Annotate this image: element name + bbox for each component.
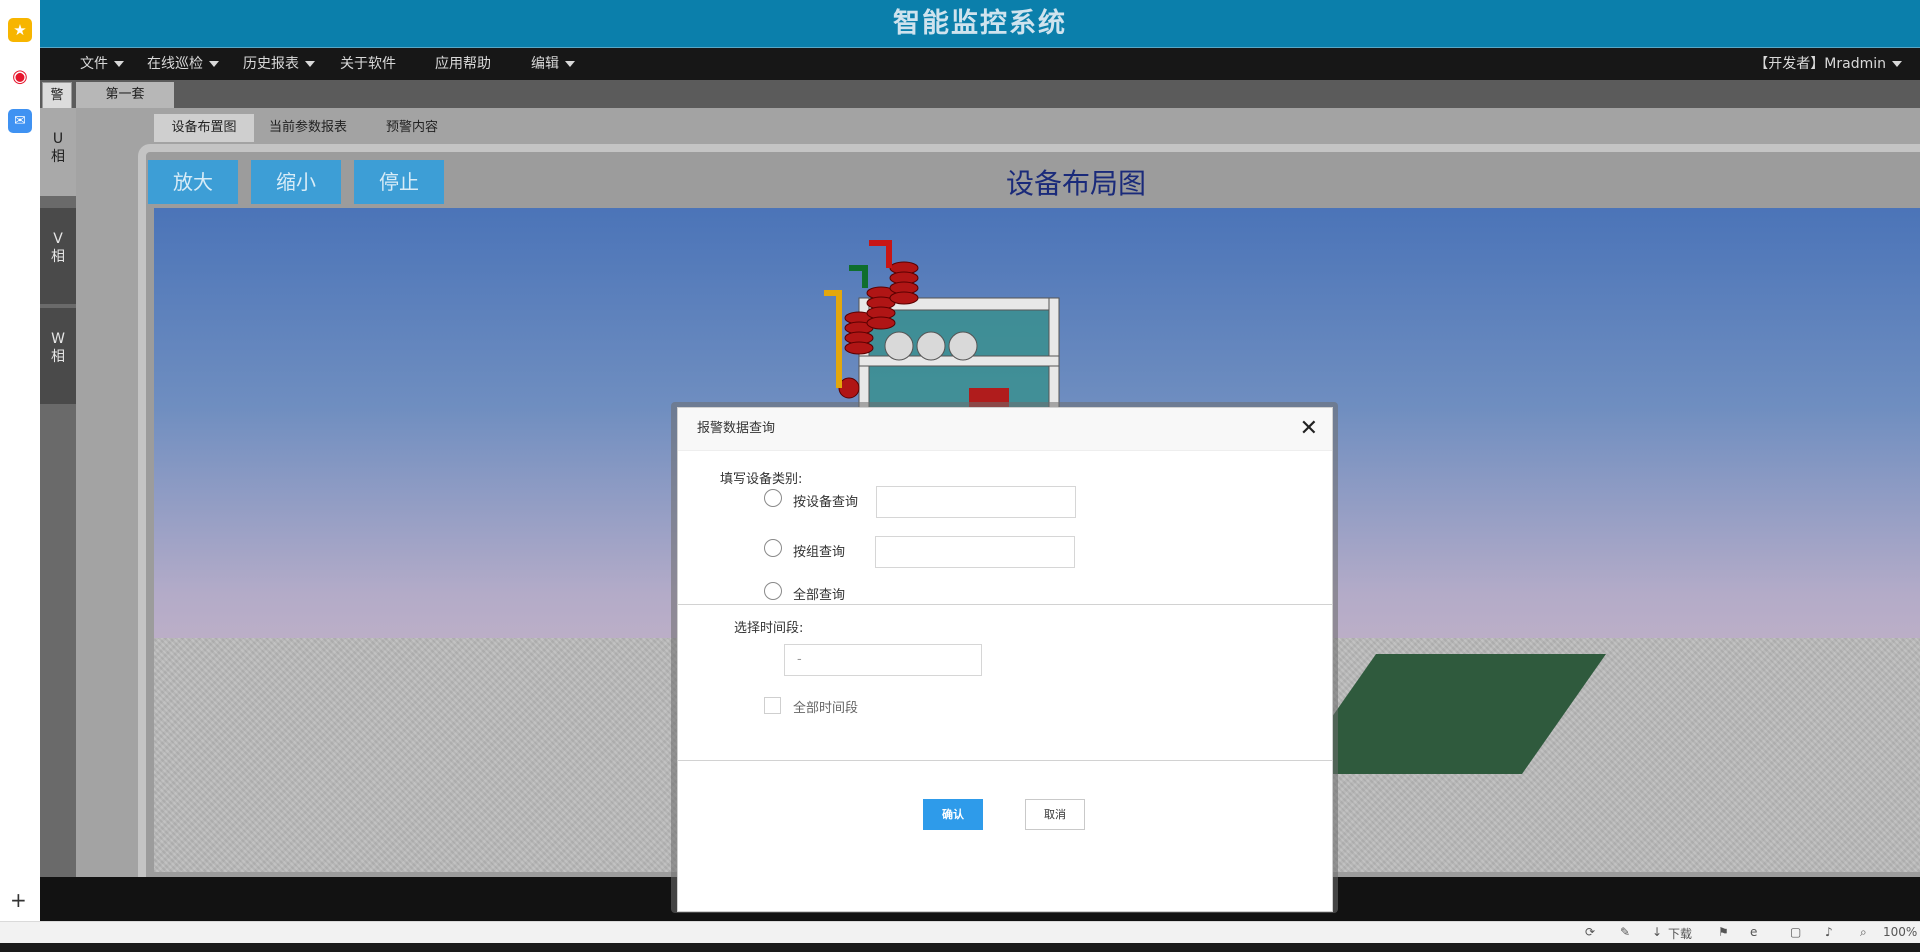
menu-help[interactable]: 应用帮助 — [435, 48, 491, 80]
download-icon[interactable]: ↓ — [1652, 925, 1662, 939]
modal-header: 报警数据查询 ✕ — [678, 408, 1332, 451]
browser-sidebar: ★ ◉ ✉ + — [0, 0, 41, 921]
pin-icon[interactable]: ✎ — [1620, 925, 1630, 939]
all-time-checkbox[interactable] — [764, 697, 781, 714]
chevron-down-icon — [305, 61, 315, 67]
time-range-label: 选择时间段: — [734, 621, 804, 636]
modal-title: 报警数据查询 — [697, 421, 776, 436]
menu-history-report-label: 历史报表 — [243, 56, 299, 72]
flag-icon[interactable]: ⚑ — [1718, 925, 1729, 939]
zoom-out-button[interactable]: 缩小 — [251, 160, 341, 204]
panel-title: 设备布局图 — [1006, 167, 1147, 200]
ie-icon[interactable]: e — [1750, 925, 1757, 939]
tab-set-1[interactable]: 第一套 — [76, 82, 174, 108]
radio-by-device[interactable] — [764, 489, 782, 507]
volume-icon[interactable]: ♪ — [1825, 925, 1833, 939]
radio-by-device-label: 按设备查询 — [793, 495, 859, 510]
user-name: 【开发者】Mradmin — [1754, 56, 1886, 72]
menu-help-label: 应用帮助 — [435, 56, 491, 72]
phase-v-tab[interactable]: V 相 — [40, 208, 76, 304]
stop-button[interactable]: 停止 — [354, 160, 444, 204]
performance-icon[interactable]: ⟳ — [1585, 925, 1595, 939]
close-icon[interactable]: ✕ — [1300, 408, 1318, 450]
download-label[interactable]: 下载 — [1668, 925, 1692, 942]
zoom-icon[interactable]: ⌕ — [1860, 925, 1867, 940]
alarm-query-dialog: 报警数据查询 ✕ 填写设备类别: 按设备查询 按组查询 全部查询 选择时间段: … — [677, 407, 1333, 912]
divider — [678, 760, 1332, 761]
radio-all[interactable] — [764, 582, 782, 600]
tab-device-layout[interactable]: 设备布置图 — [154, 114, 254, 142]
chevron-down-icon — [209, 61, 219, 67]
device-type-label: 填写设备类别: — [720, 472, 803, 487]
group-input[interactable] — [875, 536, 1075, 568]
menu-history-report[interactable]: 历史报表 — [243, 48, 315, 80]
all-time-label: 全部时间段 — [793, 701, 859, 716]
zoom-in-button[interactable]: 放大 — [148, 160, 238, 204]
radio-by-group-label: 按组查询 — [793, 545, 846, 560]
device-input[interactable] — [876, 486, 1076, 518]
time-range-input[interactable]: - — [784, 644, 982, 676]
menu-bar: 文件 在线巡检 历史报表 关于软件 应用帮助 编辑 【开发者】Mradmin — [40, 48, 1920, 80]
cancel-button[interactable]: 取消 — [1025, 799, 1085, 830]
favorites-icon[interactable]: ★ — [8, 18, 32, 42]
phase-w-label: W 相 — [51, 331, 65, 365]
menu-online-inspection-label: 在线巡检 — [147, 56, 203, 72]
chevron-down-icon — [1892, 61, 1902, 67]
app-title: 智能监控系统 — [40, 0, 1920, 48]
menu-edit-label: 编辑 — [531, 56, 559, 72]
menu-about[interactable]: 关于软件 — [340, 48, 396, 80]
weibo-icon[interactable]: ◉ — [8, 64, 32, 88]
phase-sidebar: U 相 V 相 W 相 — [40, 108, 76, 877]
menu-file-label: 文件 — [80, 56, 108, 72]
phase-v-label: V 相 — [51, 231, 65, 265]
browser-status-bar: ⟳ ✎ ↓ 下载 ⚑ e ▢ ♪ ⌕ 100% — [0, 921, 1920, 944]
phase-w-tab[interactable]: W 相 — [40, 308, 76, 404]
add-icon[interactable]: + — [10, 888, 27, 912]
menu-edit[interactable]: 编辑 — [531, 48, 575, 80]
radio-by-group[interactable] — [764, 539, 782, 557]
window-icon[interactable]: ▢ — [1790, 925, 1801, 939]
chevron-down-icon — [565, 61, 575, 67]
user-menu[interactable]: 【开发者】Mradmin — [1754, 48, 1902, 80]
menu-file[interactable]: 文件 — [80, 48, 124, 80]
confirm-button[interactable]: 确认 — [923, 799, 983, 830]
phase-u-label: U 相 — [51, 131, 65, 165]
menu-online-inspection[interactable]: 在线巡检 — [147, 48, 219, 80]
chevron-down-icon — [114, 61, 124, 67]
phase-u-tab[interactable]: U 相 — [40, 108, 76, 196]
os-taskbar — [0, 943, 1920, 952]
radio-all-label: 全部查询 — [793, 588, 846, 603]
top-tab-strip: 警 第一套 — [40, 80, 1920, 109]
zoom-level[interactable]: 100% — [1883, 925, 1917, 939]
tab-current-params[interactable]: 当前参数报表 — [254, 114, 362, 142]
tab-warning-content[interactable]: 预警内容 — [362, 114, 462, 142]
tab-alarm[interactable]: 警 — [42, 82, 72, 109]
divider — [678, 604, 1332, 605]
menu-about-label: 关于软件 — [340, 56, 396, 72]
mail-icon[interactable]: ✉ — [8, 109, 32, 133]
